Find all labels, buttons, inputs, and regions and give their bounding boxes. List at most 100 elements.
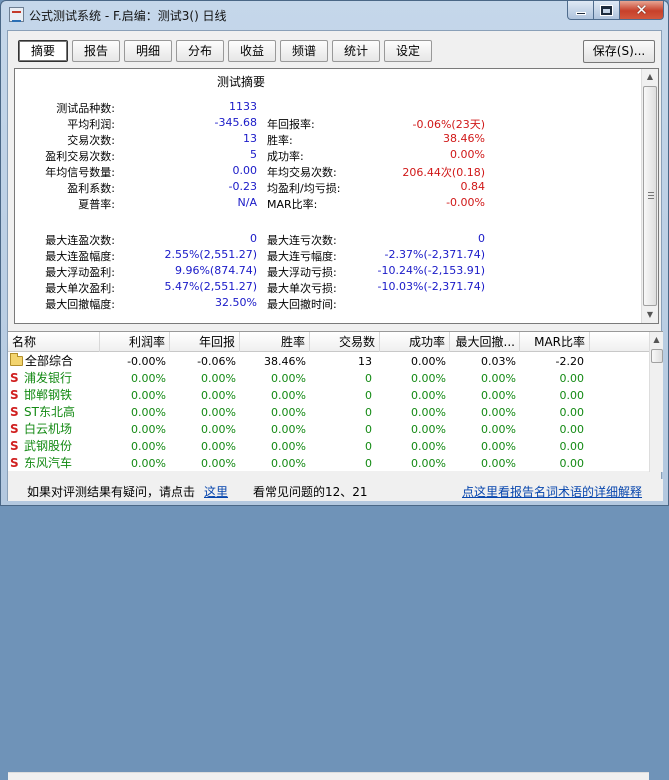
- summary-label: 最大单次盈利:: [45, 282, 115, 295]
- table-cell: 0.00%: [411, 389, 446, 402]
- table-cell: 0.00%: [201, 406, 236, 419]
- table-cell: 0.00%: [271, 440, 306, 453]
- table-cell: 0.00: [559, 406, 585, 419]
- scroll-thumb[interactable]: [643, 86, 657, 306]
- table-row[interactable]: S 东风汽车 0.00% 0.00% 0.00% 0 0.00% 0.00% 0.00: [8, 455, 649, 472]
- column-header[interactable]: MAR比率: [520, 332, 590, 352]
- minimize-button[interactable]: [567, 1, 594, 20]
- row-name-cell: 全部综合: [10, 353, 73, 370]
- table-scrollbar[interactable]: ▲: [649, 332, 663, 472]
- summary-value: 5.47%(2,551.27): [164, 280, 257, 293]
- summary-value: -345.68: [214, 116, 257, 129]
- table-cell: 0.00: [559, 372, 585, 385]
- column-header[interactable]: 利润率: [100, 332, 170, 352]
- table-cell: 0.00%: [481, 406, 516, 419]
- table-cell: 0.00%: [131, 440, 166, 453]
- summary-label: 年均信号数量:: [45, 166, 115, 179]
- table-cell: 0.00%: [271, 389, 306, 402]
- scroll-down-icon[interactable]: ▼: [642, 307, 658, 323]
- summary-value: 5: [250, 148, 257, 161]
- close-icon: ✕: [635, 0, 648, 19]
- summary-label: MAR比率:: [267, 198, 318, 211]
- summary-label: 最大连亏次数:: [267, 234, 337, 247]
- tab-spectrum[interactable]: 频谱: [280, 40, 328, 62]
- table-cell: 0.00%: [271, 423, 306, 436]
- footer-link-here[interactable]: 这里: [204, 483, 228, 500]
- summary-label: 最大浮动盈利:: [45, 266, 115, 279]
- column-header[interactable]: 成功率: [380, 332, 450, 352]
- tab-report[interactable]: 报告: [72, 40, 120, 62]
- table-cell: 0.00%: [411, 372, 446, 385]
- table-hscrollbar[interactable]: [8, 772, 649, 780]
- summary-label: 最大连盈幅度:: [45, 250, 115, 263]
- table-cell: 0.00: [559, 389, 585, 402]
- table-row[interactable]: S 白云机场 0.00% 0.00% 0.00% 0 0.00% 0.00% 0.00: [8, 421, 649, 438]
- table-cell: 0: [365, 406, 372, 419]
- table-row[interactable]: S 武钢股份 0.00% 0.00% 0.00% 0 0.00% 0.00% 0.00: [8, 438, 649, 455]
- summary-label: 盈利系数:: [67, 182, 115, 195]
- row-name: 全部综合: [25, 354, 74, 368]
- table-cell: 0.00%: [271, 372, 306, 385]
- summary-scrollbar[interactable]: ▲ ▼: [641, 69, 658, 323]
- table-cell: 0: [365, 457, 372, 470]
- summary-label: 最大回撤幅度:: [45, 298, 115, 311]
- summary-label: 夏普率:: [78, 198, 115, 211]
- table-cell: 0.00%: [481, 389, 516, 402]
- summary-label: 交易次数:: [67, 134, 115, 147]
- tab-statistics[interactable]: 统计: [332, 40, 380, 62]
- summary-value: 0.00: [232, 164, 258, 177]
- table-row[interactable]: S ST东北高 0.00% 0.00% 0.00% 0 0.00% 0.00% 0.00: [8, 404, 649, 421]
- table-cell: 0.00%: [131, 372, 166, 385]
- row-name: 邯郸钢铁: [24, 388, 73, 402]
- table-cell: 0.00%: [271, 406, 306, 419]
- stock-s-icon: S: [10, 439, 19, 453]
- row-name: 武钢股份: [24, 439, 73, 453]
- row-name: 浦发银行: [24, 371, 73, 385]
- summary-label: 最大浮动亏损:: [267, 266, 337, 279]
- close-button[interactable]: ✕: [619, 1, 664, 20]
- table-row[interactable]: 全部综合 -0.00% -0.06% 38.46% 13 0.00% 0.03% -2.20: [8, 353, 649, 370]
- table-row[interactable]: S 邯郸钢铁 0.00% 0.00% 0.00% 0 0.00% 0.00% 0.00: [8, 387, 649, 404]
- column-header[interactable]: 年回报: [170, 332, 240, 352]
- title-bar[interactable]: 公式测试系统 - F.启编：测试3() 日线 ✕: [1, 1, 668, 29]
- app-icon: [9, 7, 24, 22]
- column-header[interactable]: 名称: [8, 332, 100, 352]
- results-table: 名称 利润率 年回报 胜率 交易数 成功率 最大回撤... MAR比率 全部综合 -0.00% -…: [8, 331, 663, 780]
- table-cell: 0.00%: [131, 457, 166, 470]
- table-cell: 0.00%: [131, 389, 166, 402]
- scroll-up-icon[interactable]: ▲: [642, 69, 658, 85]
- stock-s-icon: S: [10, 371, 19, 385]
- table-cell: 0.00%: [411, 457, 446, 470]
- tab-distribution[interactable]: 分布: [176, 40, 224, 62]
- column-header[interactable]: 最大回撤...: [450, 332, 520, 352]
- tab-detail[interactable]: 明细: [124, 40, 172, 62]
- table-cell: 0.00%: [481, 457, 516, 470]
- save-button[interactable]: 保存(S)...: [583, 40, 655, 63]
- column-header[interactable]: 交易数: [310, 332, 380, 352]
- client-area: 摘要 报告 明细 分布 收益 频谱 统计 设定 保存(S)... 测试摘要 测试…: [7, 30, 663, 780]
- table-cell: 0.00: [559, 440, 585, 453]
- table-cell: 13: [358, 355, 372, 368]
- table-cell: -0.00%: [127, 355, 166, 368]
- tab-summary[interactable]: 摘要: [18, 40, 68, 62]
- summary-title: 测试摘要: [217, 75, 266, 89]
- summary-label: 最大连亏幅度:: [267, 250, 337, 263]
- footer-link-glossary[interactable]: 点这里看报告名词术语的详细解释: [462, 483, 642, 500]
- tab-settings[interactable]: 设定: [384, 40, 432, 62]
- summary-value: 0.00%: [450, 148, 485, 161]
- summary-label: 年均交易次数:: [267, 166, 337, 179]
- row-name-cell: S 邯郸钢铁: [10, 387, 72, 404]
- column-header[interactable]: 胜率: [240, 332, 310, 352]
- table-header: 名称 利润率 年回报 胜率 交易数 成功率 最大回撤... MAR比率: [8, 332, 649, 352]
- summary-value: 32.50%: [215, 296, 257, 309]
- summary-value: -10.24%(-2,153.91): [377, 264, 485, 277]
- maximize-icon: [600, 4, 613, 16]
- table-cell: 0: [365, 372, 372, 385]
- table-scroll-thumb[interactable]: [651, 349, 663, 363]
- maximize-button[interactable]: [593, 1, 620, 20]
- footer-bar: 如果对评测结果有疑问，请点击 这里 看常见问题的12、21 点这里看报告名词术语…: [8, 479, 663, 501]
- table-row[interactable]: S 浦发银行 0.00% 0.00% 0.00% 0 0.00% 0.00% 0.00: [8, 370, 649, 387]
- table-scroll-up-icon[interactable]: ▲: [650, 332, 663, 348]
- tab-profit[interactable]: 收益: [228, 40, 276, 62]
- summary-label: 成功率:: [267, 150, 304, 163]
